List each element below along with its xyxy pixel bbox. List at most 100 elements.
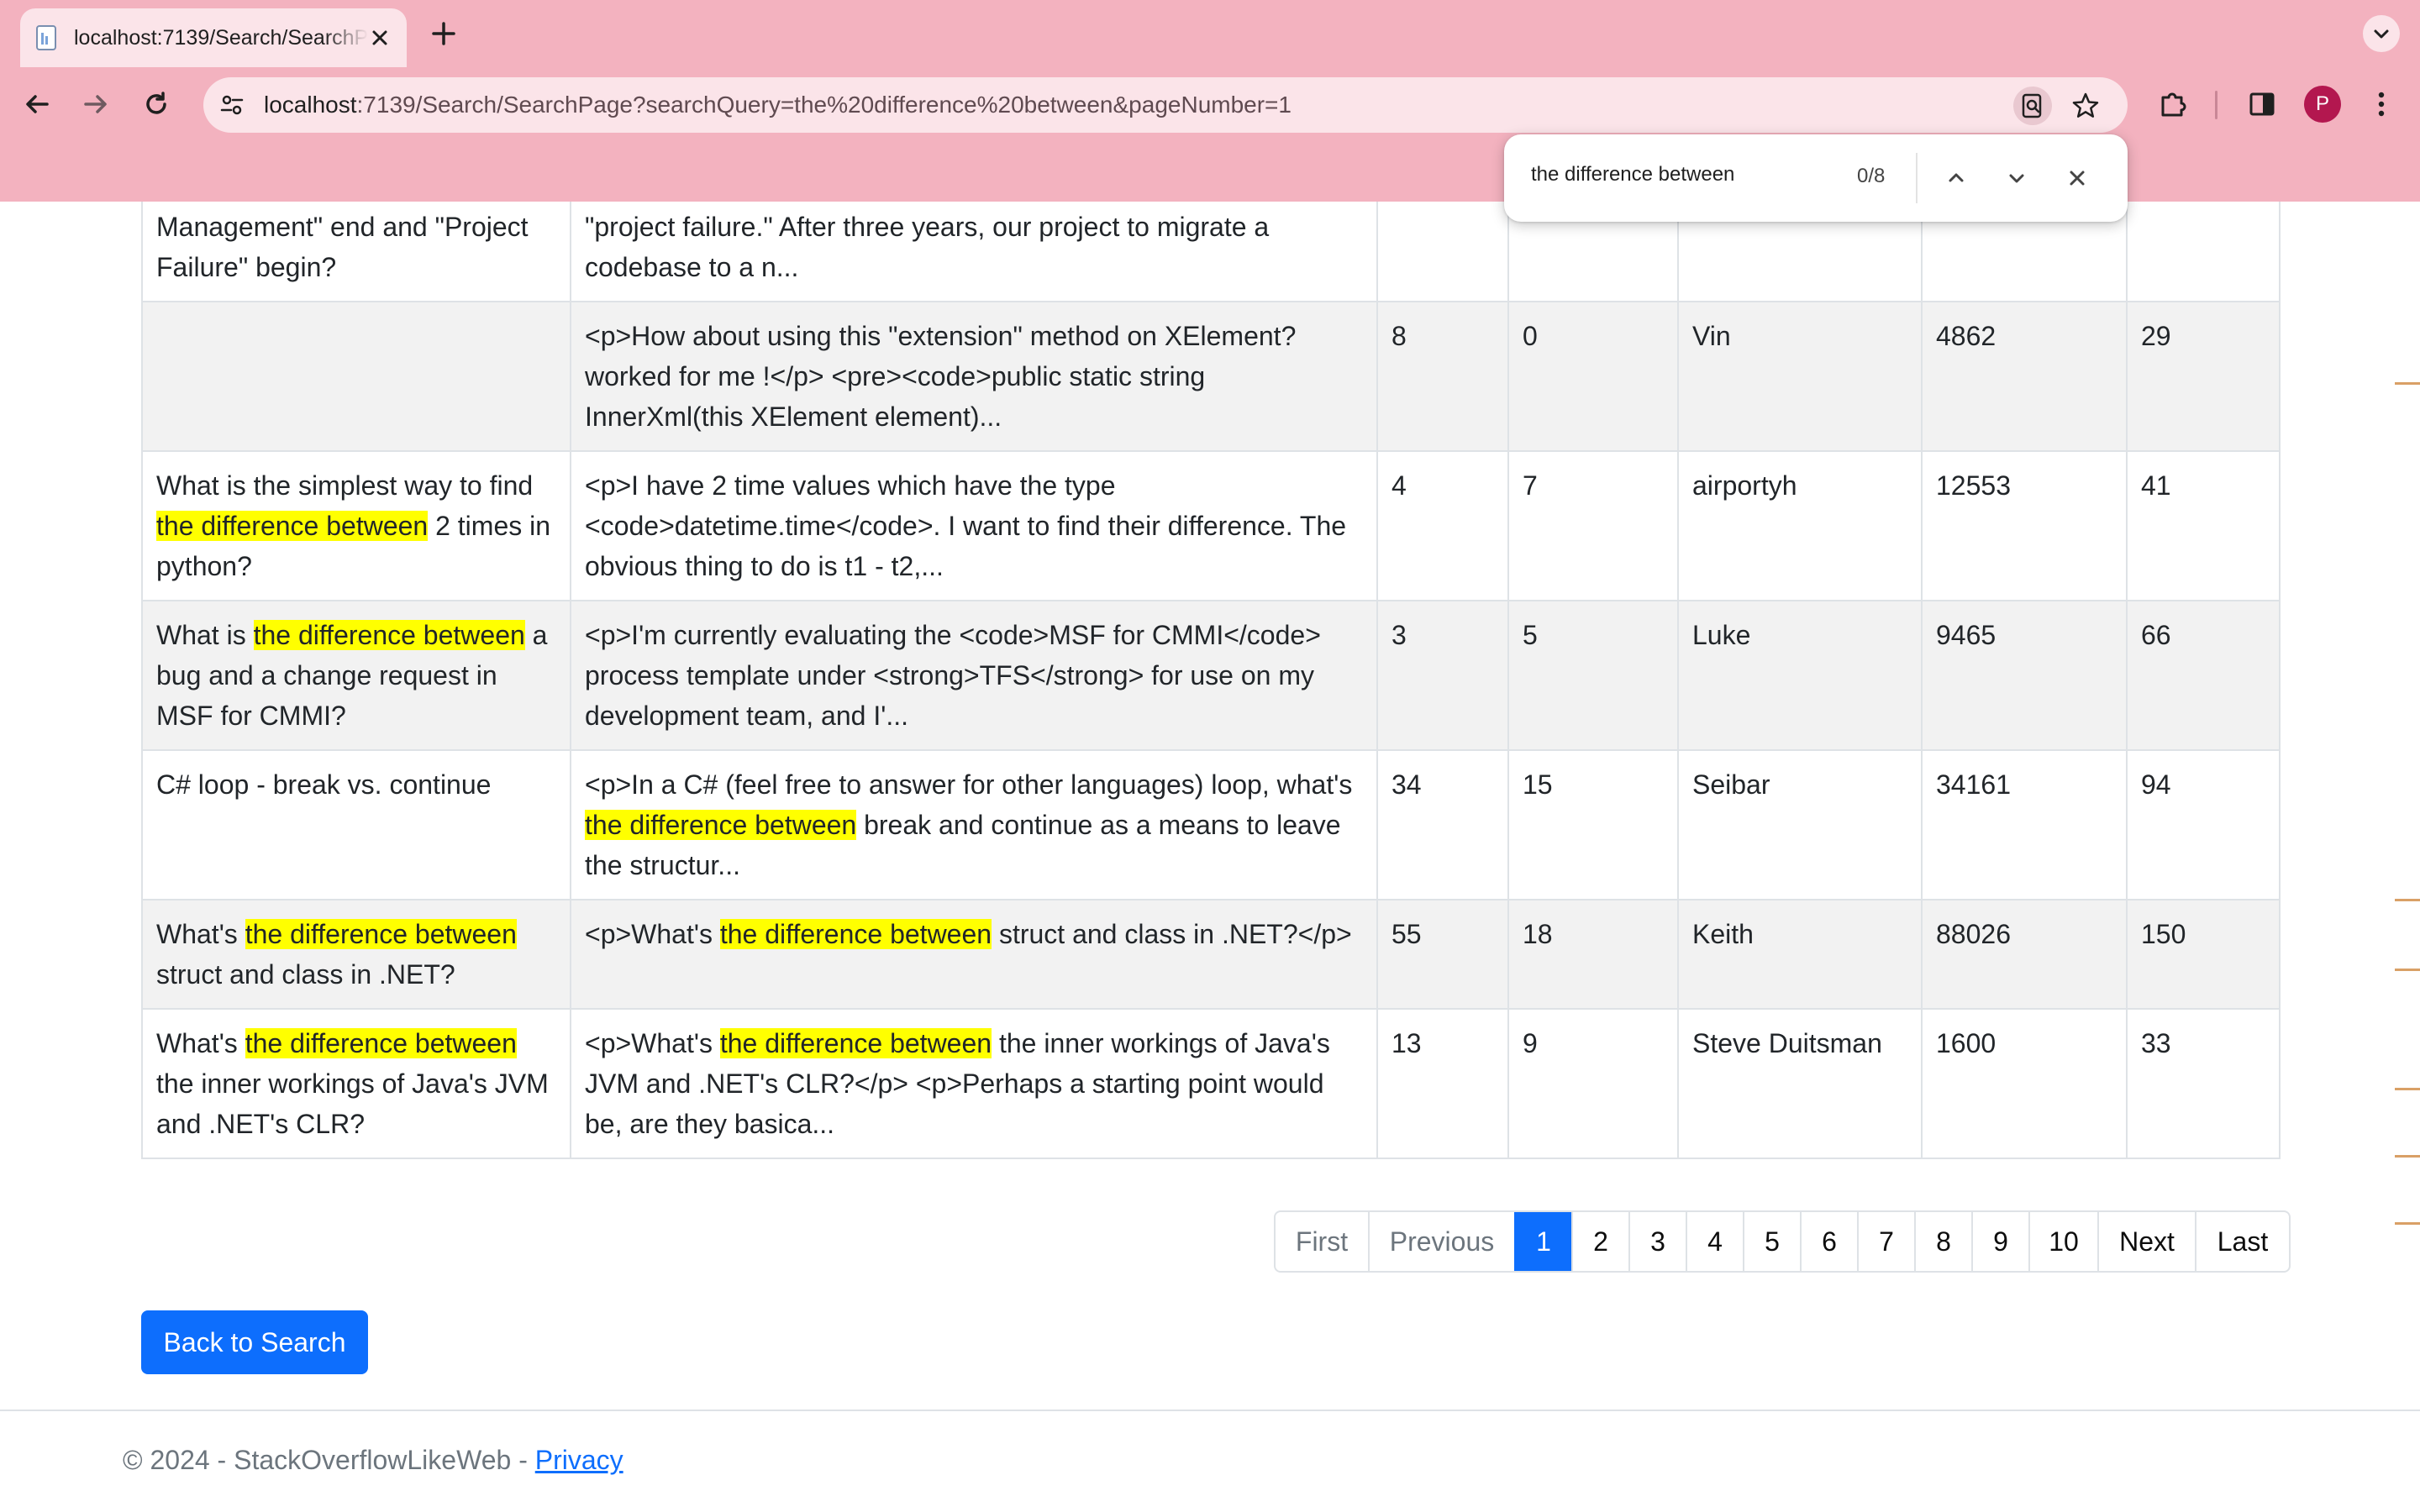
views-cell: 66 (2126, 600, 2281, 751)
page-link-7[interactable]: 7 (1857, 1212, 1914, 1271)
title-cell: What's the difference between struct and… (141, 899, 571, 1010)
cell-text: 8 (1392, 321, 1407, 351)
cell-text: 7 (1523, 470, 1538, 501)
cell-text: <p>In a C# (feel free to answer for othe… (585, 769, 1353, 800)
score-cell: 4 (1376, 450, 1509, 601)
browser-tab[interactable]: localhost:7139/Search/SearchPage?searchQ… (20, 8, 407, 67)
back-to-search-button[interactable]: Back to Search (141, 1310, 368, 1374)
profile-avatar[interactable]: P (2304, 86, 2341, 123)
scrollbar-find-marker (2395, 899, 2420, 901)
reload-icon[interactable] (136, 84, 176, 124)
site-settings-icon[interactable] (215, 88, 249, 122)
user-cell: airportyh (1677, 450, 1923, 601)
footer: © 2024 - StackOverflowLikeWeb - Privacy (123, 1445, 623, 1476)
page-link-4[interactable]: 4 (1686, 1212, 1743, 1271)
find-divider (1916, 153, 1918, 203)
cell-text: 41 (2141, 470, 2171, 501)
cell-text: 33 (2141, 1028, 2171, 1058)
answers-cell: 9 (1507, 1008, 1679, 1159)
cell-text: 34 (1392, 769, 1422, 800)
cell-text: What is (156, 620, 254, 650)
page-link-next[interactable]: Next (2097, 1212, 2195, 1271)
cell-text: Where does "Change Management" end and "… (156, 212, 529, 282)
views-cell: 33 (2126, 1008, 2281, 1159)
title-cell: C# loop - break vs. continue (141, 749, 571, 900)
search-highlight: the difference between (719, 919, 992, 949)
user-cell: Luke (1677, 600, 1923, 751)
score-cell: 8 (1376, 301, 1509, 452)
find-previous-chevron-up-icon[interactable] (1938, 160, 1975, 197)
cell-text: What's (156, 919, 245, 949)
privacy-link[interactable]: Privacy (535, 1445, 623, 1475)
back-arrow-icon[interactable] (17, 84, 57, 124)
title-cell (141, 301, 571, 452)
forward-arrow-icon[interactable] (76, 84, 116, 124)
extensions-puzzle-icon[interactable] (2153, 84, 2193, 124)
views-cell: 41 (2126, 450, 2281, 601)
page-link-5[interactable]: 5 (1743, 1212, 1800, 1271)
views-cell: 94 (2126, 749, 2281, 900)
reputation-cell: 34161 (1921, 749, 2128, 900)
find-input[interactable]: the difference between (1531, 163, 1734, 186)
page-link-9[interactable]: 9 (1971, 1212, 2028, 1271)
new-tab-icon[interactable] (429, 18, 459, 49)
body-excerpt-cell: <p>How about using this "extension" meth… (570, 301, 1378, 452)
cell-text: 0 (1523, 321, 1538, 351)
tab-strip: localhost:7139/Search/SearchPage?searchQ… (0, 0, 2420, 67)
page-link-2[interactable]: 2 (1571, 1212, 1628, 1271)
side-panel-icon[interactable] (2242, 84, 2282, 124)
page-link-8[interactable]: 8 (1914, 1212, 1971, 1271)
cell-text: What's (156, 1028, 245, 1058)
browser-toolbar: localhost:7139/Search/SearchPage?searchQ… (0, 67, 2420, 141)
cell-text: <p>I have 2 time values which have the t… (585, 470, 1347, 581)
more-menu-icon[interactable] (2365, 84, 2398, 124)
cell-text: 3 (1392, 620, 1407, 650)
find-close-icon[interactable] (2059, 160, 2096, 197)
table-row: <p>How about using this "extension" meth… (141, 301, 2281, 452)
score-cell: 4 (1376, 202, 1509, 302)
views-cell: 29 (2126, 301, 2281, 452)
tab-search-chevron-icon[interactable] (2363, 15, 2400, 52)
cell-text: <p>What's (585, 1028, 720, 1058)
answers-cell: 5 (1507, 600, 1679, 751)
answers-cell: 15 (1507, 749, 1679, 900)
page-link-1[interactable]: 1 (1514, 1212, 1571, 1271)
url-path: :7139/Search/SearchPage?searchQuery=the%… (356, 92, 1292, 118)
bookmark-star-icon[interactable] (2067, 87, 2104, 124)
answers-cell: 0 (1507, 301, 1679, 452)
cell-text: 4862 (1936, 321, 1996, 351)
search-highlight: the difference between (245, 919, 517, 949)
cell-text: struct and class in .NET? (156, 959, 455, 990)
page-link-6[interactable]: 6 (1800, 1212, 1857, 1271)
close-tab-icon[interactable] (368, 26, 392, 50)
cell-text: <p>How about using this "extension" meth… (585, 321, 1297, 432)
scrollbar-find-marker (2395, 1088, 2420, 1090)
cell-text: <p>I got into a mini-argument with my bo… (585, 212, 1270, 282)
title-cell: What is the difference between a bug and… (141, 600, 571, 751)
reputation-cell: 9465 (1921, 600, 2128, 751)
find-next-chevron-down-icon[interactable] (1998, 160, 2035, 197)
table-row: C# loop - break vs. continue <p>In a C# (… (141, 749, 2281, 900)
cell-text: 29 (2141, 321, 2171, 351)
reputation-cell: 1600 (1921, 1008, 2128, 1159)
search-highlight: the difference between (585, 810, 857, 840)
answers-cell: 18 (1507, 899, 1679, 1010)
cell-text: Keith (1692, 919, 1754, 949)
cell-text: airportyh (1692, 470, 1797, 501)
scrollbar-find-marker (2395, 1155, 2420, 1158)
cell-text: 5 (1523, 620, 1538, 650)
pagination: First Previous 1 2 3 4 5 6 7 8 9 10 Next Last (1274, 1210, 2291, 1273)
score-cell: 55 (1376, 899, 1509, 1010)
page-link-3[interactable]: 3 (1628, 1212, 1686, 1271)
page-search-icon[interactable] (2013, 87, 2052, 125)
page-link-10[interactable]: 10 (2028, 1212, 2097, 1271)
url-text[interactable]: localhost:7139/Search/SearchPage?searchQ… (264, 92, 1292, 118)
address-bar[interactable]: localhost:7139/Search/SearchPage?searchQ… (203, 77, 2128, 133)
page-icon (35, 25, 59, 50)
score-cell: 13 (1376, 1008, 1509, 1159)
cell-text: <p>I'm currently evaluating the <code>MS… (585, 620, 1321, 731)
find-match-count: 0/8 (1857, 165, 1886, 187)
page-link-last[interactable]: Last (2195, 1212, 2289, 1271)
views-cell: 42 (2126, 202, 2281, 302)
table-row: What's the difference between struct and… (141, 899, 2281, 1010)
